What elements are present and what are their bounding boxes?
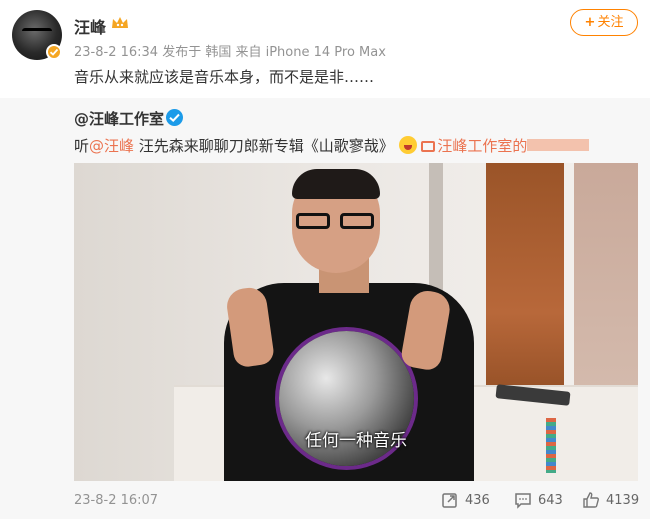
retweet-author[interactable]: @汪峰工作室 bbox=[74, 108, 164, 129]
comment-icon bbox=[515, 493, 531, 509]
follow-plus: + bbox=[584, 15, 596, 30]
comment-count: 643 bbox=[538, 492, 563, 508]
verified-icon bbox=[46, 44, 62, 60]
retweet-block[interactable]: @汪峰工作室 听@汪峰 汪先森来聊聊刀郎新专辑《山歌寥哉》 汪峰工作室的 任何一… bbox=[0, 98, 650, 519]
like-button[interactable]: 4139 bbox=[582, 491, 639, 509]
retweet-time[interactable]: 23-8-2 16:07 bbox=[74, 493, 158, 508]
redacted-block bbox=[527, 139, 590, 151]
author-name[interactable]: 汪峰 bbox=[74, 14, 106, 38]
post-text: 音乐从来就应该是音乐本身，而不是是非…… bbox=[74, 68, 375, 86]
video-link-label: 汪峰工作室的 bbox=[437, 137, 528, 155]
video-player[interactable]: 任何一种音乐 bbox=[74, 163, 638, 481]
like-count: 4139 bbox=[606, 492, 640, 508]
follow-button[interactable]: + 关注 bbox=[570, 9, 638, 36]
post-meta: 23-8-2 16:34 发布于 韩国 来自 iPhone 14 Pro Max bbox=[74, 45, 386, 60]
repost-count: 436 bbox=[465, 492, 490, 508]
emoji-laugh-icon bbox=[398, 136, 417, 154]
retweet-text-middle: 汪先森来聊聊刀郎新专辑《山歌寥哉》 bbox=[134, 137, 394, 155]
weibo-post: 汪峰 23-8-2 16:34 发布于 韩国 来自 iPhone 14 Pro … bbox=[0, 0, 650, 519]
avatar-glasses bbox=[22, 28, 52, 36]
video-person-glasses bbox=[296, 213, 376, 231]
like-icon bbox=[583, 492, 599, 508]
repost-button[interactable]: 436 bbox=[441, 491, 490, 509]
video-wood-panel bbox=[486, 163, 564, 413]
video-subtitle: 任何一种音乐 bbox=[305, 431, 407, 451]
repost-icon bbox=[442, 493, 457, 508]
retweet-text-prefix: 听 bbox=[74, 137, 90, 155]
comment-button[interactable]: 643 bbox=[514, 491, 563, 509]
retweet-text: 听@汪峰 汪先森来聊聊刀郎新专辑《山歌寥哉》 汪峰工作室的 bbox=[74, 135, 590, 156]
mention-link[interactable]: @汪峰 bbox=[89, 137, 134, 155]
vip-crown-icon bbox=[112, 17, 128, 28]
video-link[interactable]: 汪峰工作室的 bbox=[421, 137, 527, 155]
follow-label: 关注 bbox=[597, 15, 624, 30]
retweet-verified-icon bbox=[166, 109, 183, 126]
video-icon bbox=[421, 141, 436, 152]
video-person-hair bbox=[292, 169, 380, 199]
